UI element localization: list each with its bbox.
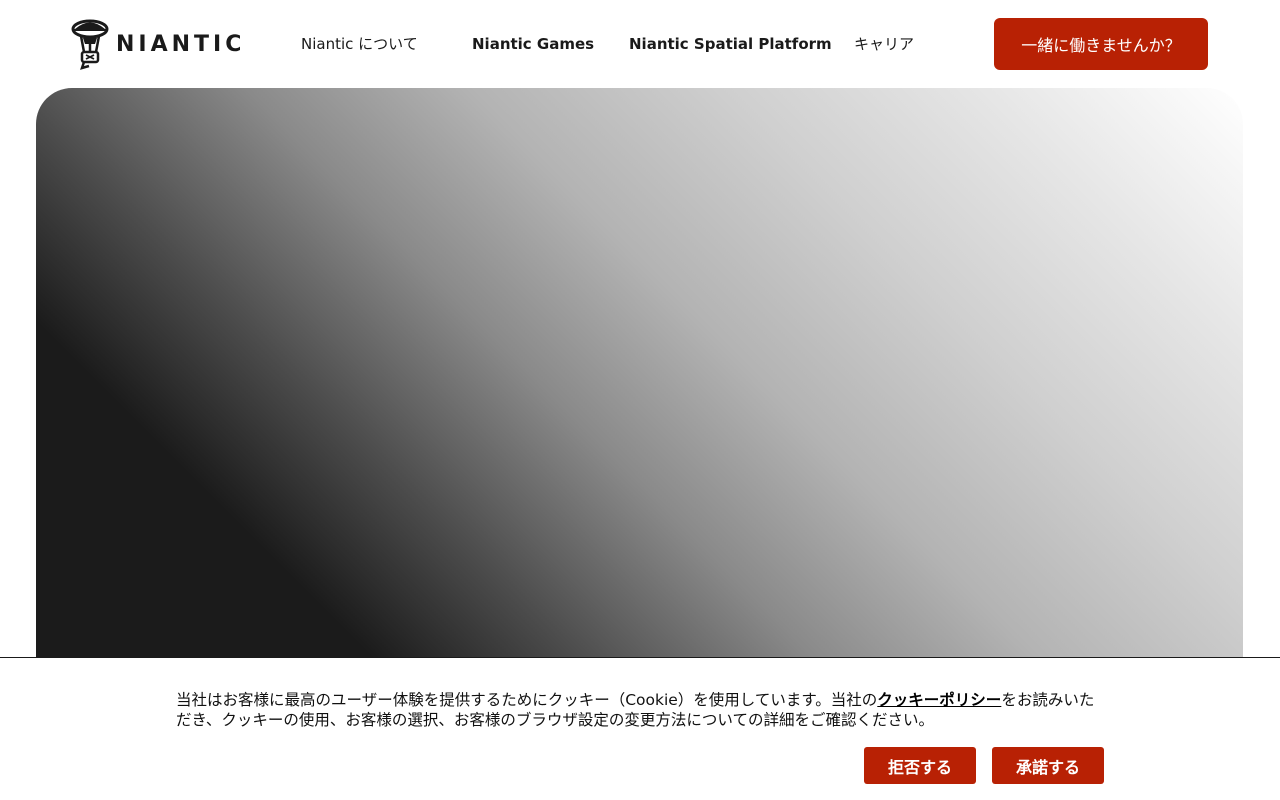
cookie-banner: 当社はお客様に最高のユーザー体験を提供するためにクッキー（Cookie）を使用し…	[0, 657, 1280, 800]
nav-link-careers[interactable]: キャリア	[854, 34, 914, 54]
cookie-policy-link[interactable]: クッキーポリシー	[877, 691, 1001, 709]
cookie-message: 当社はお客様に最高のユーザー体験を提供するためにクッキー（Cookie）を使用し…	[176, 690, 1106, 730]
accept-cookies-button[interactable]: 承諾する	[992, 747, 1104, 784]
nav-link-about[interactable]: Niantic について	[301, 34, 418, 54]
page: NIANTIC Niantic について Niantic Games Niant…	[0, 0, 1280, 800]
niantic-balloon-logo-icon	[71, 19, 109, 70]
join-us-button[interactable]: 一緒に働きませんか？	[994, 18, 1208, 70]
site-header: NIANTIC Niantic について Niantic Games Niant…	[0, 0, 1280, 88]
logo-wordmark: NIANTIC	[116, 31, 246, 57]
nav-link-games[interactable]: Niantic Games	[472, 34, 594, 54]
logo-link[interactable]: NIANTIC	[70, 18, 245, 70]
cookie-text-before: 当社はお客様に最高のユーザー体験を提供するためにクッキー（Cookie）を使用し…	[176, 691, 878, 709]
nav-link-spatial-platform[interactable]: Niantic Spatial Platform	[629, 34, 832, 54]
reject-cookies-button[interactable]: 拒否する	[864, 747, 976, 784]
hero-gradient-panel	[36, 88, 1243, 728]
